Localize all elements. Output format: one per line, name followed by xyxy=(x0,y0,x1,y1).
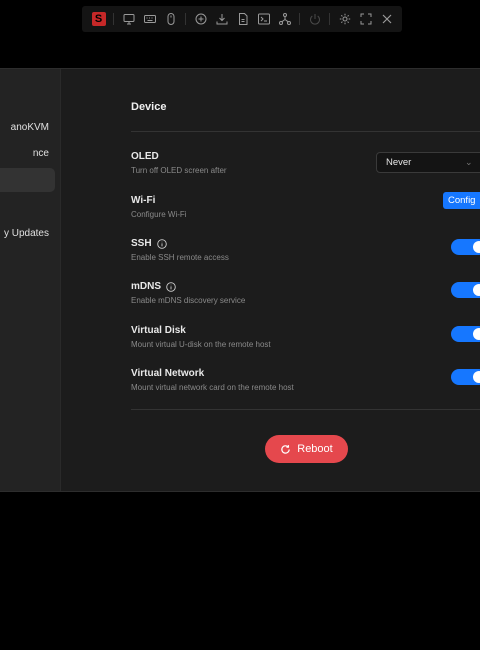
virtual-network-label: Virtual Network xyxy=(131,368,205,379)
wifi-description: Configure Wi-Fi xyxy=(131,210,187,219)
toggle-knob xyxy=(473,241,480,253)
mouse-icon[interactable] xyxy=(160,6,181,32)
oled-description: Turn off OLED screen after xyxy=(131,166,227,175)
toggle-knob xyxy=(473,371,480,383)
toolbar-divider xyxy=(329,13,330,25)
toolbar-divider xyxy=(299,13,300,25)
settings-icon[interactable] xyxy=(334,6,355,32)
toolbar-divider xyxy=(113,13,114,25)
wifi-config-button[interactable]: Config xyxy=(443,192,480,209)
toolbar-divider xyxy=(185,13,186,25)
logo-letter: S xyxy=(91,12,106,26)
ssh-label-group: SSH xyxy=(131,238,167,249)
network-icon[interactable] xyxy=(274,6,295,32)
file-icon[interactable] xyxy=(232,6,253,32)
oled-setting: OLED Turn off OLED screen after Never ⌄ xyxy=(131,151,480,185)
oled-timeout-value: Never xyxy=(386,157,412,168)
ssh-description: Enable SSH remote access xyxy=(131,253,229,262)
device-settings-panel: Device OLED Turn off OLED screen after N… xyxy=(131,69,480,491)
settings-window: anoKVM nce y Updates Device OLED Turn of… xyxy=(0,68,480,492)
download-icon[interactable] xyxy=(211,6,232,32)
power-icon[interactable] xyxy=(304,6,325,32)
chevron-down-icon: ⌄ xyxy=(465,157,473,167)
app-logo: S xyxy=(88,6,109,32)
divider xyxy=(131,409,480,410)
sidebar-item-label: anoKVM xyxy=(10,122,49,133)
info-icon[interactable] xyxy=(156,238,167,249)
oled-label: OLED xyxy=(131,151,159,162)
ssh-setting: SSH Enable SSH remote access xyxy=(131,238,480,272)
mdns-label: mDNS xyxy=(131,281,162,292)
virtual-network-toggle[interactable] xyxy=(451,369,480,385)
mdns-description: Enable mDNS discovery service xyxy=(131,296,246,305)
mdns-setting: mDNS Enable mDNS discovery service xyxy=(131,281,480,315)
sidebar-item-about[interactable]: anoKVM xyxy=(0,116,55,140)
reboot-button[interactable]: Reboot xyxy=(265,435,348,463)
reboot-label: Reboot xyxy=(297,443,333,455)
wifi-label: Wi-Fi xyxy=(131,195,156,206)
settings-sidebar: anoKVM nce y Updates xyxy=(0,69,61,491)
sidebar-item-updates[interactable]: y Updates xyxy=(0,222,55,246)
close-icon[interactable] xyxy=(376,6,397,32)
virtual-disk-toggle[interactable] xyxy=(451,326,480,342)
sidebar-item-appearance[interactable]: nce xyxy=(0,142,55,166)
mdns-toggle[interactable] xyxy=(451,282,480,298)
virtual-network-description: Mount virtual network card on the remote… xyxy=(131,383,294,392)
add-circle-icon[interactable] xyxy=(190,6,211,32)
info-icon[interactable] xyxy=(166,281,176,292)
oled-timeout-select[interactable]: Never ⌄ xyxy=(376,152,480,173)
fullscreen-icon[interactable] xyxy=(355,6,376,32)
mdns-label-group: mDNS xyxy=(131,281,176,292)
wifi-setting: Wi-Fi Configure Wi-Fi Config xyxy=(131,192,480,229)
screen-icon[interactable] xyxy=(118,6,139,32)
page-title: Device xyxy=(131,101,167,113)
terminal-icon[interactable] xyxy=(253,6,274,32)
ssh-toggle[interactable] xyxy=(451,239,480,255)
sidebar-item-label: nce xyxy=(32,148,49,159)
virtual-disk-description: Mount virtual U-disk on the remote host xyxy=(131,340,271,349)
virtual-disk-setting: Virtual Disk Mount virtual U-disk on the… xyxy=(131,325,480,359)
sidebar-item-device[interactable] xyxy=(0,168,55,192)
virtual-disk-label: Virtual Disk xyxy=(131,325,186,336)
toggle-knob xyxy=(473,284,480,296)
toggle-knob xyxy=(473,328,480,340)
ssh-label: SSH xyxy=(131,238,152,249)
divider xyxy=(131,131,480,132)
virtual-network-setting: Virtual Network Mount virtual network ca… xyxy=(131,368,480,402)
sidebar-item-label: y Updates xyxy=(3,228,49,239)
keyboard-icon[interactable] xyxy=(139,6,160,32)
top-toolbar: S xyxy=(82,6,402,32)
refresh-icon xyxy=(281,444,291,454)
